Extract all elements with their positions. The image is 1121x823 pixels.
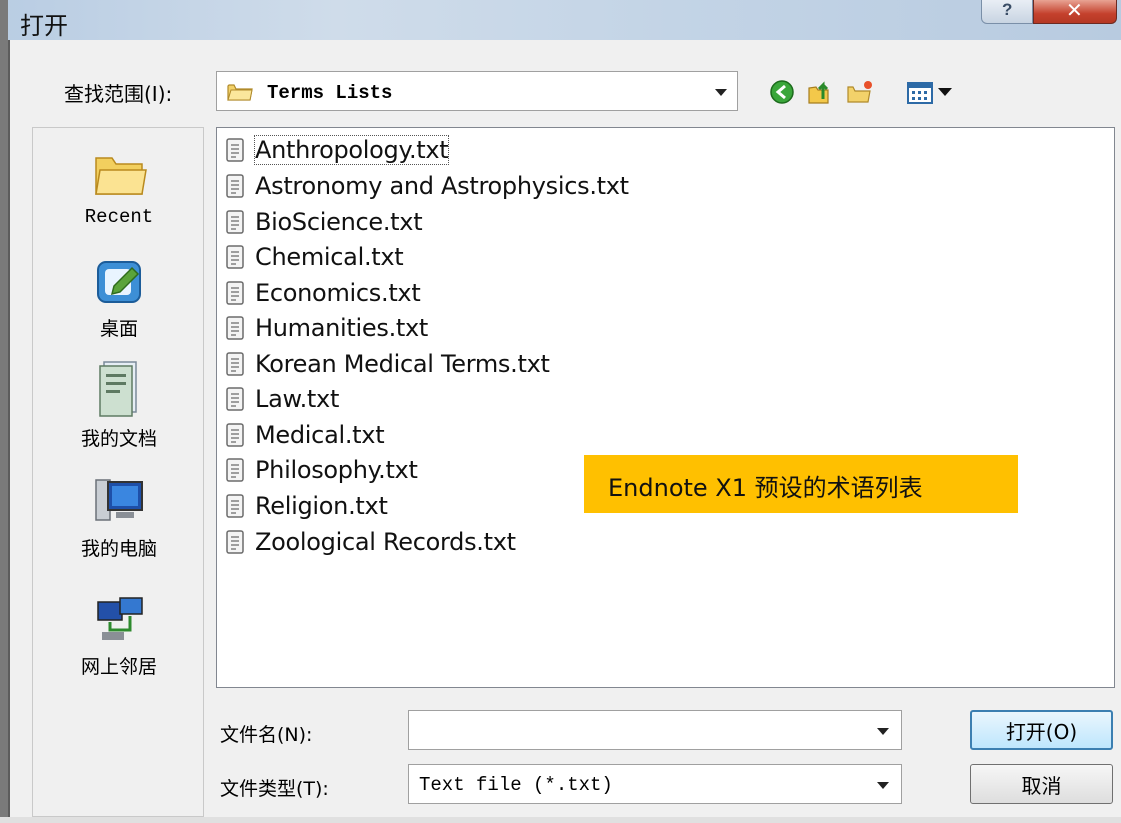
file-name: Religion.txt (255, 492, 388, 520)
filename-label: 文件名(N): (220, 724, 313, 746)
question-icon: ? (1002, 0, 1013, 19)
file-name: Zoological Records.txt (255, 528, 516, 556)
desktop-icon (97, 261, 141, 303)
text-file-icon (226, 530, 244, 554)
text-file-icon (226, 458, 244, 482)
up-folder-icon[interactable] (806, 79, 834, 105)
place-network[interactable]: 网上邻居 (33, 594, 205, 679)
list-item[interactable]: Medical.txt (225, 418, 385, 452)
file-name: Astronomy and Astrophysics.txt (255, 172, 629, 200)
lookin-label: 查找范围(I): (64, 82, 173, 106)
folder-icon (227, 84, 253, 101)
file-name: Law.txt (255, 385, 340, 413)
chevron-down-icon[interactable] (715, 89, 727, 96)
place-label: Recent (84, 206, 154, 228)
window-left-border (0, 0, 8, 823)
open-file-dialog: 打开 ? ✕ 查找范围(I): Terms Lists Recent 桌面 我的… (0, 0, 1121, 823)
window-title: 打开 (20, 12, 68, 40)
window-bottom-border (0, 817, 1121, 823)
text-file-icon (226, 281, 244, 305)
network-icon (97, 597, 143, 640)
text-file-icon (226, 494, 244, 518)
views-menu-icon[interactable] (906, 79, 960, 105)
list-item[interactable]: Humanities.txt (225, 311, 428, 345)
new-folder-icon[interactable] (846, 79, 874, 105)
documents-icon (99, 361, 137, 417)
text-file-icon (226, 352, 244, 376)
place-label: 我的电脑 (80, 538, 157, 560)
filetype-label: 文件类型(T): (220, 778, 329, 800)
file-name: Chemical.txt (255, 243, 404, 271)
list-item[interactable]: Philosophy.txt (225, 453, 418, 487)
file-name: Medical.txt (255, 421, 385, 449)
close-button[interactable]: ✕ (1033, 0, 1117, 24)
list-item[interactable]: Anthropology.txt (225, 133, 450, 167)
recent-folder-icon (95, 157, 147, 195)
text-file-icon (226, 423, 244, 447)
place-recent[interactable]: Recent (33, 144, 205, 228)
text-file-icon (226, 174, 244, 198)
text-file-icon (226, 138, 244, 162)
filename-input[interactable] (413, 715, 853, 745)
close-icon: ✕ (1066, 0, 1083, 22)
place-label: 桌面 (99, 318, 138, 340)
lookin-value: Terms Lists (267, 82, 393, 104)
file-list[interactable]: Anthropology.txt Astronomy and Astrophys… (216, 127, 1115, 688)
list-item[interactable]: BioScience.txt (225, 205, 423, 239)
file-name: Philosophy.txt (255, 456, 418, 484)
file-name: Humanities.txt (255, 314, 429, 342)
title-bar: 打开 ? ✕ (0, 0, 1121, 40)
list-item[interactable]: Religion.txt (225, 489, 388, 523)
file-name: Economics.txt (255, 279, 421, 307)
list-item[interactable]: Law.txt (225, 382, 339, 416)
file-name: Korean Medical Terms.txt (255, 350, 550, 378)
text-file-icon (226, 210, 244, 234)
list-item[interactable]: Korean Medical Terms.txt (225, 347, 550, 381)
cancel-button[interactable]: 取消 (970, 764, 1113, 804)
text-file-icon (226, 387, 244, 411)
place-documents[interactable]: 我的文档 (33, 358, 205, 451)
computer-icon (95, 479, 143, 521)
open-button[interactable]: 打开(O) (970, 710, 1113, 750)
file-name: Anthropology.txt (253, 135, 450, 165)
list-item[interactable]: Zoological Records.txt (225, 525, 516, 559)
file-name: BioScience.txt (255, 208, 423, 236)
filename-combo[interactable] (408, 710, 902, 750)
list-item[interactable]: Astronomy and Astrophysics.txt (225, 169, 629, 203)
places-bar: Recent 桌面 我的文档 我的电脑 网上邻居 (32, 127, 204, 817)
place-desktop[interactable]: 桌面 (33, 252, 205, 341)
place-label: 我的文档 (80, 428, 157, 450)
chevron-down-icon[interactable] (877, 782, 889, 789)
list-item[interactable]: Chemical.txt (225, 240, 404, 274)
filetype-value: Text file (*.txt) (419, 774, 613, 796)
annotation-callout: Endnote X1 预设的术语列表 (584, 455, 1018, 513)
filetype-dropdown[interactable]: Text file (*.txt) (408, 764, 902, 804)
back-arrow-icon[interactable] (768, 79, 796, 105)
lookin-dropdown[interactable]: Terms Lists (216, 71, 738, 111)
chevron-down-icon[interactable] (877, 728, 889, 735)
window-left-border-shadow (8, 40, 10, 823)
help-button[interactable]: ? (981, 0, 1033, 24)
text-file-icon (226, 316, 244, 340)
list-item[interactable]: Economics.txt (225, 276, 421, 310)
place-computer[interactable]: 我的电脑 (33, 476, 205, 561)
text-file-icon (226, 245, 244, 269)
place-label: 网上邻居 (80, 656, 157, 678)
